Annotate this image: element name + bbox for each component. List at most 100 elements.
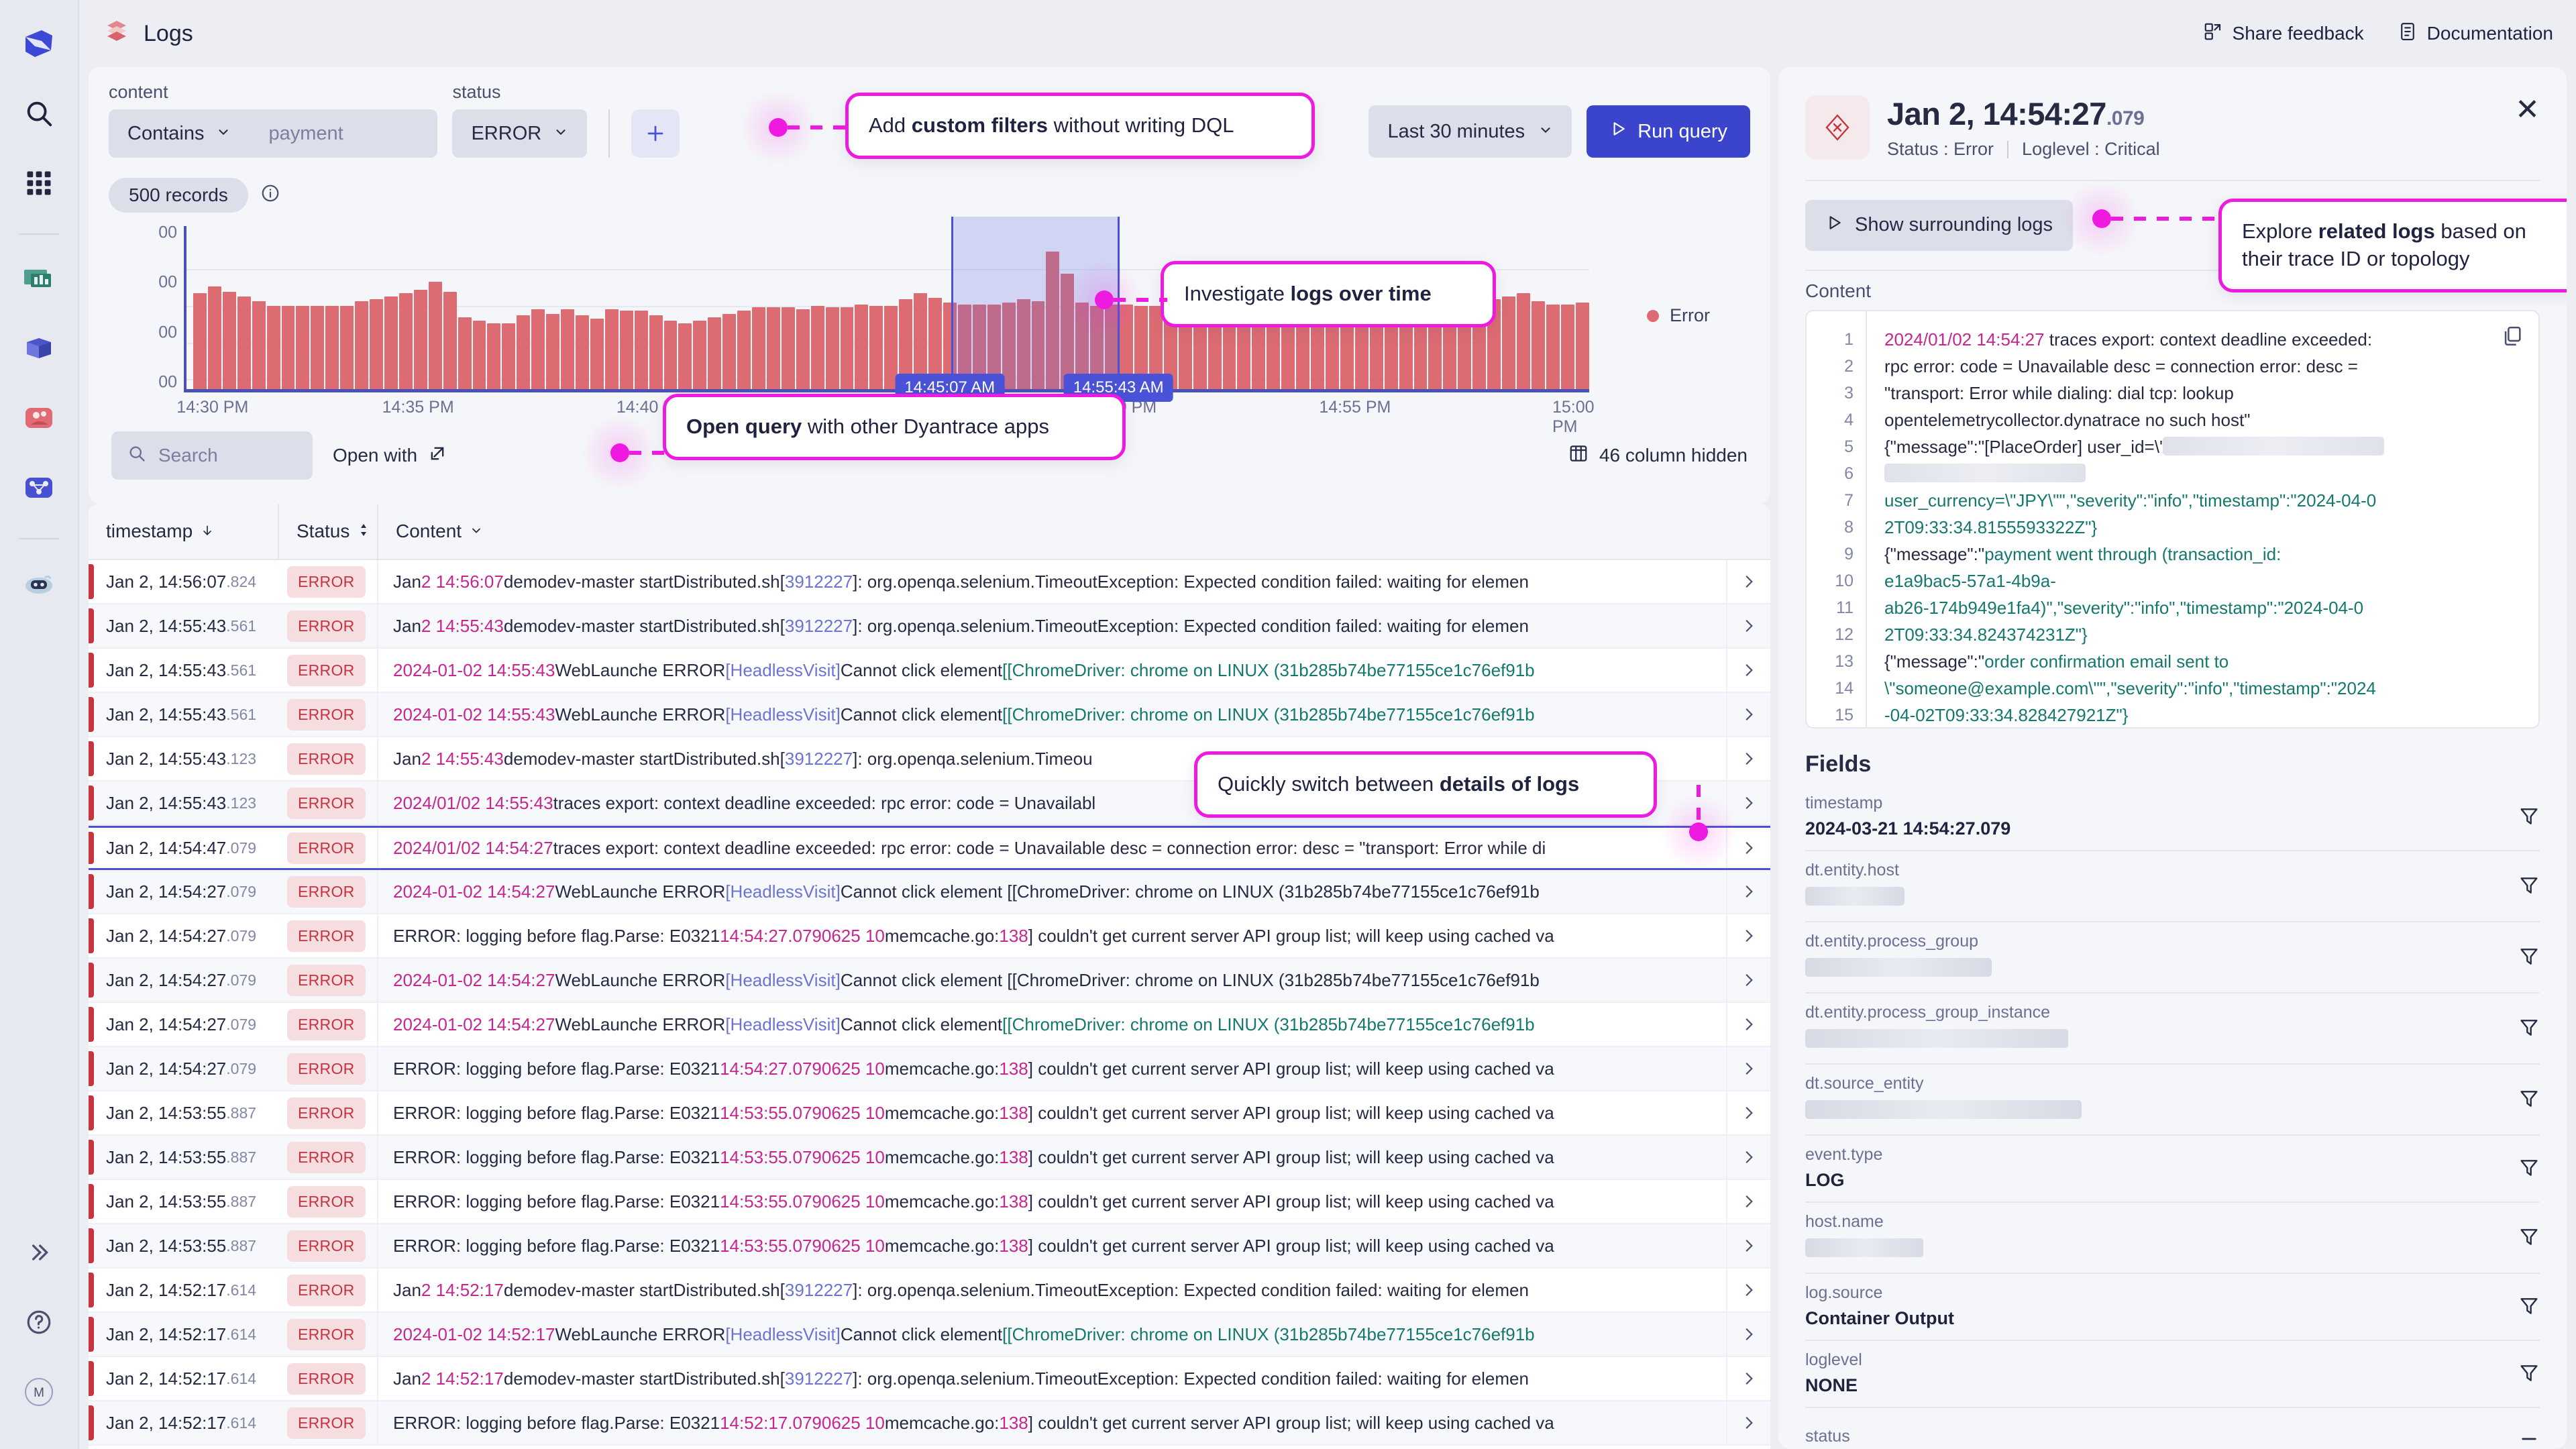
table-row[interactable]: Jan 2, 14:55:43.561 ERROR 2024-01-02 14:55… xyxy=(89,693,1770,737)
table-row[interactable]: Jan 2, 14:54:27.079 ERROR ERROR: logging b… xyxy=(89,914,1770,959)
chart-bar xyxy=(1516,292,1530,392)
row-expand-chevron-icon[interactable] xyxy=(1726,1136,1770,1179)
dashboards-icon[interactable] xyxy=(13,252,65,305)
show-surrounding-logs-button[interactable]: Show surrounding logs xyxy=(1805,199,2074,251)
run-query-button[interactable]: Run query xyxy=(1587,105,1750,158)
table-row[interactable]: Jan 2, 14:56:07.824 ERROR Jan 2 14:56:07 d… xyxy=(89,560,1770,604)
log-token: [[ChromeDriver: chrome on LINUX (31b285b… xyxy=(1002,1324,1535,1344)
row-expand-chevron-icon[interactable] xyxy=(1726,560,1770,603)
row-expand-chevron-icon[interactable] xyxy=(1726,1269,1770,1311)
filter-icon[interactable] xyxy=(2500,1362,2540,1384)
open-with-button[interactable]: Open with xyxy=(333,444,447,468)
filter-icon[interactable] xyxy=(2500,946,2540,967)
add-filter-button[interactable] xyxy=(631,109,680,158)
documentation-button[interactable]: Documentation xyxy=(2398,21,2553,46)
workflows-icon[interactable] xyxy=(13,462,65,514)
table-row[interactable]: Jan 2, 14:54:27.079 ERROR ERROR: logging b… xyxy=(89,1047,1770,1091)
column-header-content[interactable]: Content xyxy=(377,504,1770,559)
table-row[interactable]: Jan 2, 14:54:27.079 ERROR 2024-01-02 14:54… xyxy=(89,959,1770,1003)
cell-timestamp-main: Jan 2, 14:55:43 xyxy=(106,704,227,724)
status-value-select[interactable]: ERROR xyxy=(452,109,588,158)
cell-timestamp: Jan 2, 14:53:55.887 xyxy=(94,1136,278,1179)
table-row[interactable]: Jan 2, 14:53:55.887 ERROR ERROR: logging b… xyxy=(89,1091,1770,1136)
notebooks-icon[interactable] xyxy=(13,322,65,374)
table-row[interactable]: Jan 2, 14:55:43.561 ERROR 2024-01-02 14:55… xyxy=(89,649,1770,693)
filter-icon[interactable] xyxy=(2500,1088,2540,1110)
table-row[interactable]: Jan 2, 14:52:17.614 ERROR ERROR: logging b… xyxy=(89,1401,1770,1446)
field-meta: timestamp 2024-03-21 14:54:27.079 xyxy=(1805,794,2500,839)
row-severity-bar xyxy=(89,653,94,688)
cell-timestamp: Jan 2, 14:55:43.123 xyxy=(94,737,278,780)
row-expand-chevron-icon[interactable] xyxy=(1726,1180,1770,1223)
cell-status: ERROR xyxy=(278,782,377,824)
share-feedback-button[interactable]: Share feedback xyxy=(2203,21,2364,46)
help-icon[interactable] xyxy=(13,1296,65,1348)
filter-icon[interactable] xyxy=(2500,1017,2540,1038)
table-row[interactable]: Jan 2, 14:54:27.079 ERROR 2024-01-02 14:54… xyxy=(89,870,1770,914)
column-header-status[interactable]: Status xyxy=(278,504,377,559)
avatar[interactable]: M xyxy=(13,1366,65,1418)
column-header-timestamp[interactable]: timestamp xyxy=(89,504,278,559)
search-icon[interactable] xyxy=(13,87,65,140)
timeframe-selector[interactable]: Last 30 minutes xyxy=(1368,105,1572,158)
filter-icon[interactable] xyxy=(2500,806,2540,827)
row-expand-chevron-icon[interactable] xyxy=(1726,1091,1770,1134)
table-row[interactable]: Jan 2, 14:55:43.561 ERROR Jan 2 14:55:43 d… xyxy=(89,604,1770,649)
table-row[interactable]: Jan 2, 14:53:55.887 ERROR ERROR: logging b… xyxy=(89,1180,1770,1224)
row-expand-chevron-icon[interactable] xyxy=(1726,693,1770,736)
cell-content: 2024-01-02 14:54:27 WebLaunche ERROR [He… xyxy=(377,1003,1726,1046)
row-expand-chevron-icon[interactable] xyxy=(1726,914,1770,957)
apps-grid-icon[interactable] xyxy=(13,157,65,209)
hidden-columns-button[interactable]: 46 column hidden xyxy=(1568,443,1748,468)
search-input[interactable]: Search xyxy=(111,431,313,480)
row-expand-chevron-icon[interactable] xyxy=(1726,959,1770,1002)
table-row[interactable]: Jan 2, 14:52:17.614 ERROR Jan 2 14:52:17 d… xyxy=(89,1269,1770,1313)
cell-timestamp-main: Jan 2, 14:55:43 xyxy=(106,792,227,813)
chart-bar xyxy=(266,306,280,392)
callout-related-logs: Explore related logs based on their trac… xyxy=(2218,199,2567,292)
log-token: memcache.go: xyxy=(884,1146,1000,1167)
info-icon[interactable] xyxy=(260,183,280,208)
field-key: dt.entity.process_group xyxy=(1805,932,1979,951)
table-row[interactable]: Jan 2, 14:53:55.887 ERROR ERROR: logging b… xyxy=(89,1224,1770,1269)
filter-icon[interactable] xyxy=(2500,1226,2540,1248)
status-badge: ERROR xyxy=(287,1185,366,1218)
row-expand-chevron-icon[interactable] xyxy=(1726,1047,1770,1090)
copy-icon[interactable] xyxy=(2501,325,2524,352)
filter-icon[interactable] xyxy=(2500,1157,2540,1179)
row-expand-chevron-icon[interactable] xyxy=(1726,649,1770,692)
row-expand-chevron-icon[interactable] xyxy=(1726,870,1770,913)
row-expand-chevron-icon[interactable] xyxy=(1726,1401,1770,1444)
field-row: dt.entity.host xyxy=(1805,851,2540,923)
detail-subtitle-divider xyxy=(2007,140,2009,158)
column-header-status-label: Status xyxy=(297,521,350,541)
log-token: 2 14:56:07 xyxy=(421,571,504,592)
close-icon[interactable]: ✕ xyxy=(2515,95,2540,125)
table-row[interactable]: Jan 2, 14:54:27.079 ERROR 2024-01-02 14:54… xyxy=(89,1003,1770,1047)
expand-rail-icon[interactable] xyxy=(13,1226,65,1279)
row-expand-chevron-icon[interactable] xyxy=(1726,604,1770,647)
minus-icon[interactable] xyxy=(2500,1428,2540,1449)
table-row[interactable]: Jan 2, 14:52:17.614 ERROR 2024-01-02 14:52… xyxy=(89,1313,1770,1357)
davis-anomaly-icon[interactable] xyxy=(13,392,65,444)
cell-timestamp-ms: .561 xyxy=(226,705,257,723)
filter-icon[interactable] xyxy=(2500,1295,2540,1317)
table-row[interactable]: Jan 2, 14:52:17.614 ERROR Jan 2 14:52:17 d… xyxy=(89,1357,1770,1401)
davis-copilot-icon[interactable] xyxy=(13,557,65,609)
table-row[interactable]: Jan 2, 14:54:47.079 ERROR 2024/01/02 14:54… xyxy=(89,826,1770,870)
row-expand-chevron-icon[interactable] xyxy=(1726,1003,1770,1046)
code-line: 2024/01/02 14:54:27 traces export: conte… xyxy=(1884,326,2521,353)
log-token: ] couldn't get current server API group … xyxy=(1028,1058,1554,1079)
dynatrace-logo-icon[interactable] xyxy=(13,17,65,70)
chart-bar xyxy=(281,306,295,392)
row-expand-chevron-icon[interactable] xyxy=(1726,737,1770,780)
table-row[interactable]: Jan 2, 14:53:55.887 ERROR ERROR: logging b… xyxy=(89,1136,1770,1180)
row-expand-chevron-icon[interactable] xyxy=(1726,1224,1770,1267)
log-token: [[ChromeDriver: chrome on LINUX (31b285b… xyxy=(1002,704,1535,724)
row-expand-chevron-icon[interactable] xyxy=(1726,1357,1770,1400)
filter-icon[interactable] xyxy=(2500,875,2540,896)
content-value-input[interactable]: payment xyxy=(250,109,438,158)
content-operator-select[interactable]: Contains xyxy=(109,109,250,158)
logs-histogram-chart[interactable]: 00000000 14:30 PM14:35 PM14:40 PM14:45 P… xyxy=(109,217,1750,436)
row-expand-chevron-icon[interactable] xyxy=(1726,1313,1770,1356)
